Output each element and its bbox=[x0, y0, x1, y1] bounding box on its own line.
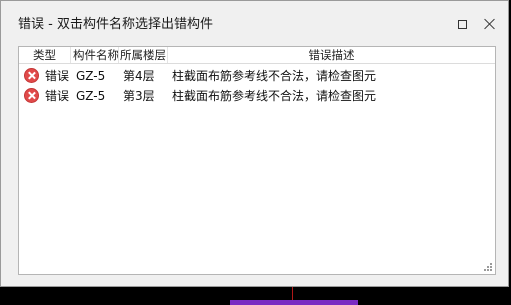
error-list[interactable]: 类型 构件名称 所属楼层 错误描述 错误 GZ-5 第4层 柱截面布筋参考线不合… bbox=[18, 46, 496, 275]
close-icon bbox=[484, 18, 496, 30]
maximize-button[interactable] bbox=[451, 13, 473, 35]
maximize-icon bbox=[457, 19, 467, 29]
error-dialog: 错误 - 双击构件名称选择出错构件 类型 构件名称 所属楼层 错误描述 错误 G… bbox=[0, 0, 509, 287]
resize-grip[interactable] bbox=[484, 263, 492, 271]
cell-type: 错误 bbox=[45, 69, 70, 83]
cell-floor: 第4层 bbox=[123, 69, 155, 83]
dialog-titlebar[interactable]: 错误 - 双击构件名称选择出错构件 bbox=[1, 1, 508, 45]
close-button[interactable] bbox=[479, 13, 501, 35]
column-header-type[interactable]: 类型 bbox=[19, 47, 71, 63]
dialog-title: 错误 - 双击构件名称选择出错构件 bbox=[18, 17, 213, 32]
cell-floor: 第3层 bbox=[123, 89, 155, 103]
error-row[interactable]: 错误 GZ-5 第4层 柱截面布筋参考线不合法，请检查图元 bbox=[19, 66, 495, 86]
error-icon bbox=[24, 68, 39, 83]
column-header-description[interactable]: 错误描述 bbox=[168, 47, 495, 63]
cell-description: 柱截面布筋参考线不合法，请检查图元 bbox=[172, 89, 377, 103]
column-header-name[interactable]: 构件名称 bbox=[71, 47, 119, 63]
cell-description: 柱截面布筋参考线不合法，请检查图元 bbox=[172, 69, 377, 83]
cell-component-name[interactable]: GZ-5 bbox=[76, 88, 105, 104]
error-icon bbox=[24, 88, 39, 103]
cell-component-name[interactable]: GZ-5 bbox=[76, 68, 105, 84]
column-header-floor[interactable]: 所属楼层 bbox=[119, 47, 168, 63]
background-taskbar-highlight bbox=[230, 300, 358, 305]
list-header: 类型 构件名称 所属楼层 错误描述 bbox=[19, 47, 495, 64]
error-row[interactable]: 错误 GZ-5 第3层 柱截面布筋参考线不合法，请检查图元 bbox=[19, 86, 495, 106]
cell-type: 错误 bbox=[45, 89, 70, 103]
